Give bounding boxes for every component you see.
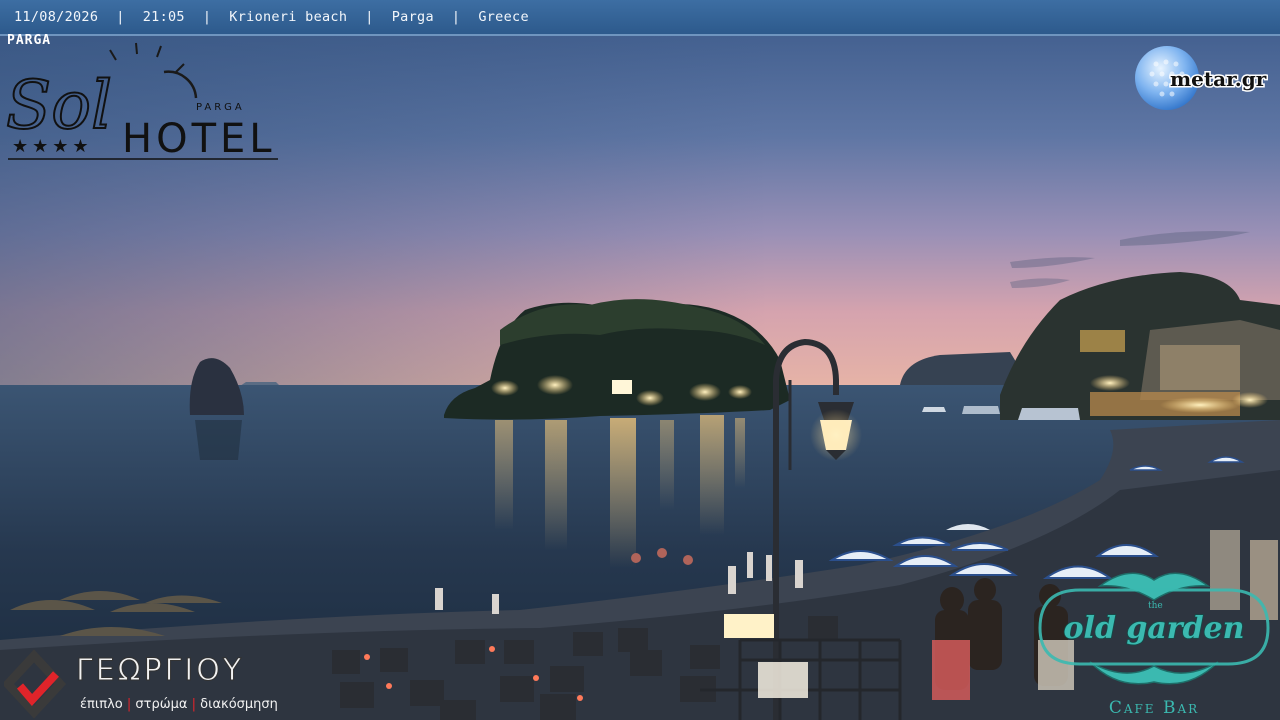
- metar-logo: metar.gr: [1135, 46, 1268, 110]
- georgiou-tagline-decoration: διακόσμηση: [200, 697, 278, 712]
- svg-text:έπιπλο | στρώμα: έπιπλο | στρώμα | διακόσμηση: [80, 697, 278, 712]
- old-garden-the: the: [1148, 601, 1163, 611]
- sol-hotel-logo: Sol PARGA HOTEL ★★★★: [5, 42, 278, 162]
- tagline-separator: |: [192, 697, 196, 712]
- location-name: Krioneri beach: [229, 9, 348, 25]
- country-name: Greece: [478, 9, 529, 25]
- logo-place-text: PARGA: [196, 102, 245, 113]
- tagline-separator: |: [127, 697, 131, 712]
- separator: |: [202, 9, 212, 25]
- old-garden-sub: Cafe Bar: [1109, 698, 1199, 718]
- webcam-frame: 11/08/2026 | 21:05 | Krioneri beach | Pa…: [0, 0, 1280, 720]
- capture-date: 11/08/2026: [14, 9, 99, 25]
- separator: |: [365, 9, 374, 25]
- webcam-info-bar: 11/08/2026 | 21:05 | Krioneri beach | Pa…: [0, 0, 1280, 36]
- old-garden-logo: the old garden Cafe Bar: [1038, 572, 1270, 718]
- georgiou-name: ΓΕΩΡΓΙΟΥ: [76, 653, 244, 688]
- logo-sol-text: Sol: [6, 67, 112, 144]
- capture-time: 21:05: [142, 9, 185, 25]
- metar-text: metar.gr: [1170, 67, 1267, 91]
- georgiou-tagline-mattress: στρώμα: [135, 697, 187, 712]
- logo-stars: ★★★★: [12, 136, 93, 157]
- old-garden-name: old garden: [1064, 611, 1245, 646]
- separator: |: [451, 9, 461, 25]
- logo-hotel-text: HOTEL: [122, 116, 276, 162]
- georgiou-emblem-icon: [4, 649, 67, 719]
- georgiou-logo: ΓΕΩΡΓΙΟΥ έπιπλο | στρώμα | διακόσμηση: [4, 649, 278, 719]
- town-name: Parga: [391, 9, 434, 25]
- separator: |: [116, 9, 125, 25]
- georgiou-tagline-furniture: έπιπλο: [80, 697, 123, 712]
